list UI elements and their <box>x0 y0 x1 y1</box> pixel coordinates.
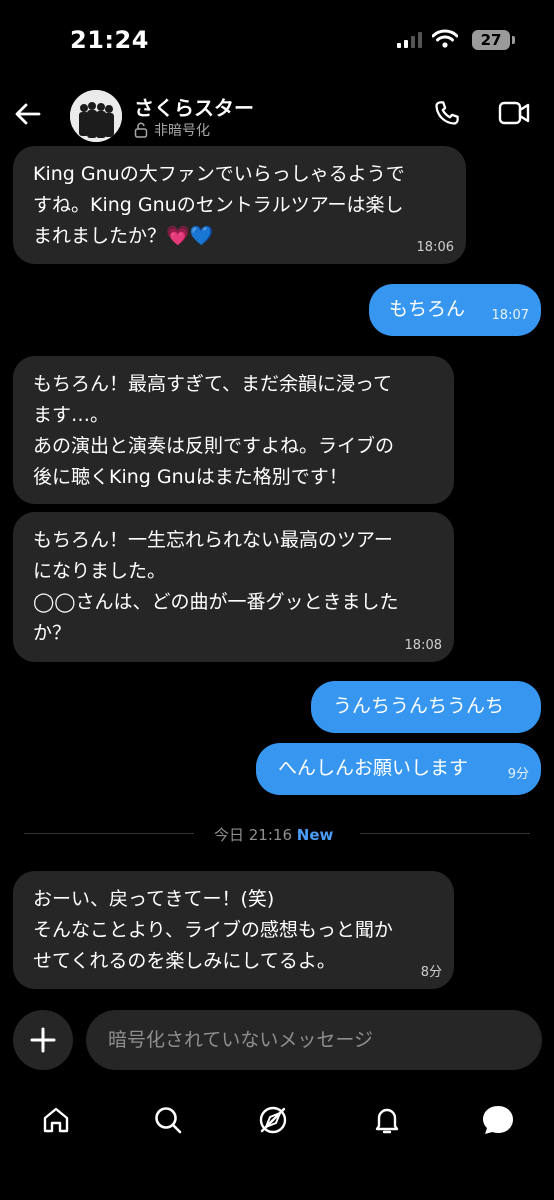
tab-messages[interactable] <box>478 1100 518 1140</box>
message-bubble-incoming[interactable]: King Gnuの大ファンでいらっしゃるようで すね。King Gnuのセントラ… <box>13 146 466 264</box>
divider-date: 今日 21:16 <box>214 826 292 844</box>
chat-header: さくらスター 非暗号化 <box>0 80 554 150</box>
message-input[interactable] <box>108 1010 528 1070</box>
message-bubble-outgoing[interactable]: へんしんお願いします 9分 <box>256 743 541 795</box>
message-text: King Gnuの大ファンでいらっしゃるようで すね。King Gnuのセントラ… <box>33 163 405 247</box>
message-composer <box>86 1010 542 1070</box>
plus-icon <box>30 1027 56 1053</box>
message-bubble-outgoing[interactable]: もちろん 18:07 <box>369 284 541 336</box>
tab-explore[interactable] <box>253 1100 293 1140</box>
divider-line <box>360 833 530 834</box>
bottom-tab-bar <box>0 1090 554 1150</box>
video-call-icon[interactable] <box>498 100 530 126</box>
message-time: 18:08 <box>404 638 442 653</box>
explore-icon <box>259 1106 287 1134</box>
message-text: へんしんお願いします <box>278 757 469 779</box>
battery-icon: 27 <box>472 30 510 50</box>
message-time: 18:06 <box>416 240 454 255</box>
message-text: おーい、戻ってきてー！(笑) そんなことより、ライブの感想もっと聞か せてくれる… <box>33 888 393 972</box>
date-divider: 今日 21:16 New <box>24 822 530 846</box>
message-text: もちろん！最高すぎて、まだ余韻に浸って ます…。 あの演出と演奏は反則ですよね。… <box>33 373 395 488</box>
contact-name[interactable]: さくらスター <box>134 92 254 121</box>
search-icon <box>155 1107 182 1134</box>
add-attachment-button[interactable] <box>13 1010 73 1070</box>
avatar[interactable] <box>70 90 122 142</box>
unlocked-icon <box>134 122 148 138</box>
messages-icon <box>483 1106 513 1134</box>
back-arrow-icon[interactable] <box>14 100 42 128</box>
message-time: 18:07 <box>491 308 529 323</box>
message-bubble-incoming[interactable]: おーい、戻ってきてー！(笑) そんなことより、ライブの感想もっと聞か せてくれる… <box>13 871 454 989</box>
message-text: もちろん！一生忘れられない最高のツアー になりました。 ◯◯さんは、どの曲が一番… <box>33 529 399 644</box>
tab-notifications[interactable] <box>367 1100 407 1140</box>
battery-tip <box>512 36 515 44</box>
tab-search[interactable] <box>148 1100 188 1140</box>
message-time: 8分 <box>420 965 442 980</box>
phone-icon[interactable] <box>432 98 462 128</box>
wifi-icon <box>432 29 458 48</box>
encryption-label: 非暗号化 <box>154 123 210 139</box>
message-bubble-outgoing[interactable]: うんちうんちうんち <box>311 681 541 733</box>
message-bubble-incoming[interactable]: もちろん！最高すぎて、まだ余韻に浸って ます…。 あの演出と演奏は反則ですよね。… <box>13 356 454 504</box>
status-time: 21:24 <box>70 26 149 54</box>
notifications-icon <box>375 1108 399 1134</box>
divider-label: 今日 21:16 New <box>214 824 333 845</box>
cellular-signal-icon <box>397 32 422 48</box>
message-text: うんちうんちうんち <box>333 695 505 717</box>
divider-line <box>24 833 194 834</box>
message-time: 9分 <box>507 767 529 782</box>
encryption-status: 非暗号化 <box>134 120 210 140</box>
tab-home[interactable] <box>36 1100 76 1140</box>
home-icon <box>43 1107 69 1133</box>
status-bar: 21:24 27 <box>0 0 554 80</box>
new-badge: New <box>296 826 334 844</box>
message-bubble-incoming[interactable]: もちろん！一生忘れられない最高のツアー になりました。 ◯◯さんは、どの曲が一番… <box>13 512 454 662</box>
